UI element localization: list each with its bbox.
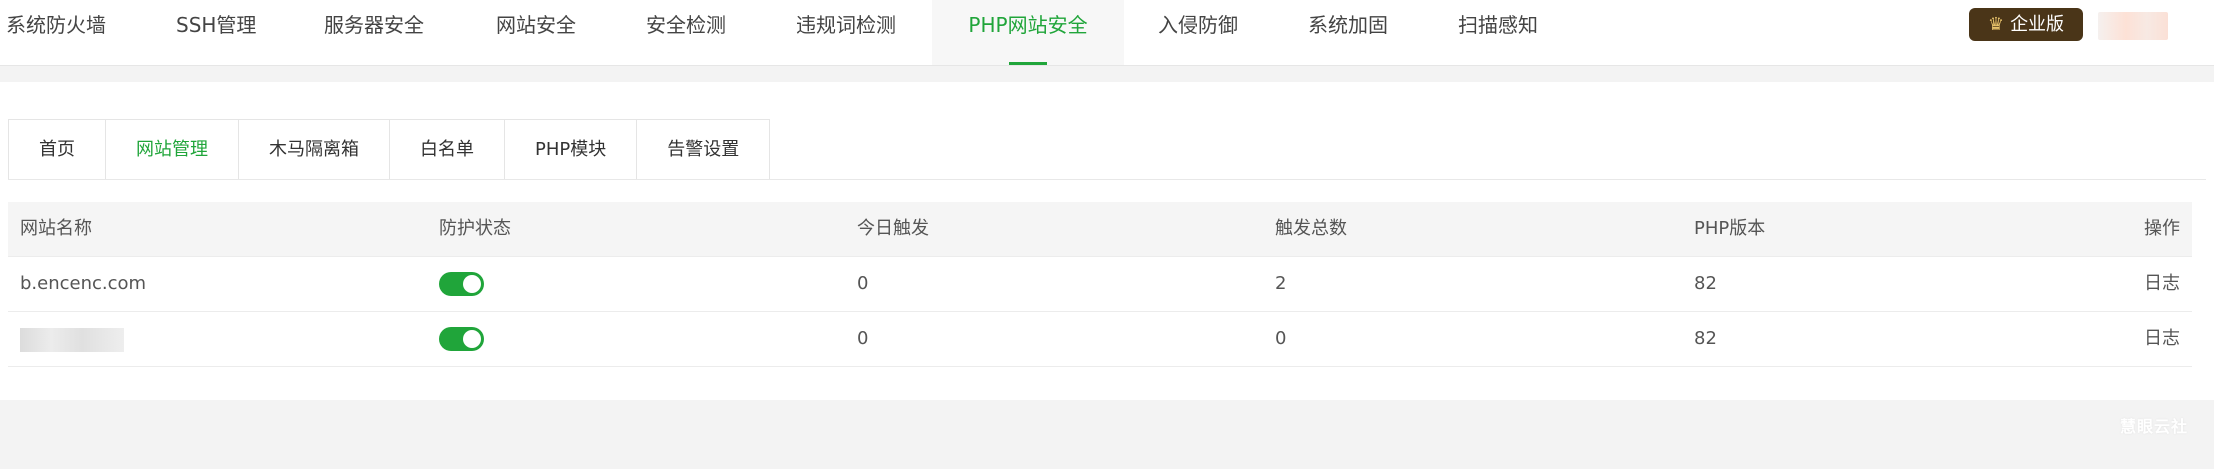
- col-header-total-triggers: 触发总数: [1275, 218, 1347, 239]
- toggle-knob: [463, 330, 481, 348]
- site-name-redacted: [20, 328, 124, 352]
- tab-divider: [8, 179, 2206, 180]
- tab-whitelist[interactable]: 白名单: [390, 120, 505, 180]
- protection-toggle[interactable]: [439, 327, 484, 351]
- active-underline: [1009, 62, 1047, 65]
- protection-toggle[interactable]: [439, 272, 484, 296]
- today-triggers: 0: [857, 273, 869, 294]
- nav-item-php-security-label: PHP网站安全: [968, 13, 1088, 37]
- top-nav: 系统防火墙 SSH管理 服务器安全 网站安全 安全检测 违规词检测 PHP网站安…: [0, 0, 2214, 66]
- nav-item-intrusion-defense[interactable]: 入侵防御: [1158, 0, 1238, 65]
- nav-item-php-security[interactable]: PHP网站安全: [932, 0, 1124, 65]
- main-card: 首页 网站管理 木马隔离箱 白名单 PHP模块 告警设置 网站名称 防护状态 今…: [0, 82, 2214, 400]
- tab-home[interactable]: 首页: [9, 120, 106, 180]
- col-header-today-triggers: 今日触发: [857, 218, 929, 239]
- col-header-actions: 操作: [2144, 218, 2180, 239]
- table-row: b.encenc.com 0 2 82 日志: [8, 257, 2192, 312]
- table-header: 网站名称 防护状态 今日触发 触发总数 PHP版本 操作: [8, 202, 2192, 257]
- php-version: 82: [1694, 328, 1717, 349]
- watermark: 慧眼云社: [2120, 417, 2189, 436]
- col-header-protection-status: 防护状态: [439, 218, 511, 239]
- nav-item-firewall[interactable]: 系统防火墙: [6, 0, 106, 65]
- enterprise-edition-label: 企业版: [2010, 14, 2065, 35]
- php-version: 82: [1694, 273, 1717, 294]
- tab-website-management[interactable]: 网站管理: [106, 120, 239, 180]
- crown-icon: ♛: [1987, 14, 2005, 35]
- nav-item-server-security[interactable]: 服务器安全: [324, 0, 424, 65]
- today-triggers: 0: [857, 328, 869, 349]
- toggle-knob: [463, 275, 481, 293]
- nav-item-system-hardening[interactable]: 系统加固: [1308, 0, 1388, 65]
- total-triggers: 0: [1275, 328, 1287, 349]
- nav-item-security-check[interactable]: 安全检测: [646, 0, 726, 65]
- col-header-site-name: 网站名称: [20, 218, 92, 239]
- nav-item-website-security[interactable]: 网站安全: [496, 0, 576, 65]
- log-link[interactable]: 日志: [2144, 257, 2180, 311]
- avatar[interactable]: [2098, 12, 2168, 40]
- nav-item-violation-check[interactable]: 违规词检测: [796, 0, 896, 65]
- col-header-php-version: PHP版本: [1694, 218, 1766, 239]
- nav-item-scan-awareness[interactable]: 扫描感知: [1458, 0, 1538, 65]
- enterprise-edition-badge[interactable]: ♛ 企业版: [1969, 8, 2083, 41]
- sites-table: 网站名称 防护状态 今日触发 触发总数 PHP版本 操作 b.encenc.co…: [8, 202, 2192, 367]
- log-link[interactable]: 日志: [2144, 312, 2180, 366]
- total-triggers: 2: [1275, 273, 1287, 294]
- site-name: b.encenc.com: [20, 273, 147, 294]
- tab-alert-settings[interactable]: 告警设置: [637, 120, 769, 180]
- tab-trojan-quarantine[interactable]: 木马隔离箱: [239, 120, 390, 180]
- sub-tabs: 首页 网站管理 木马隔离箱 白名单 PHP模块 告警设置: [8, 119, 771, 180]
- table-row: 0 0 82 日志: [8, 312, 2192, 367]
- tab-php-modules[interactable]: PHP模块: [505, 120, 638, 180]
- nav-item-ssh[interactable]: SSH管理: [176, 0, 256, 65]
